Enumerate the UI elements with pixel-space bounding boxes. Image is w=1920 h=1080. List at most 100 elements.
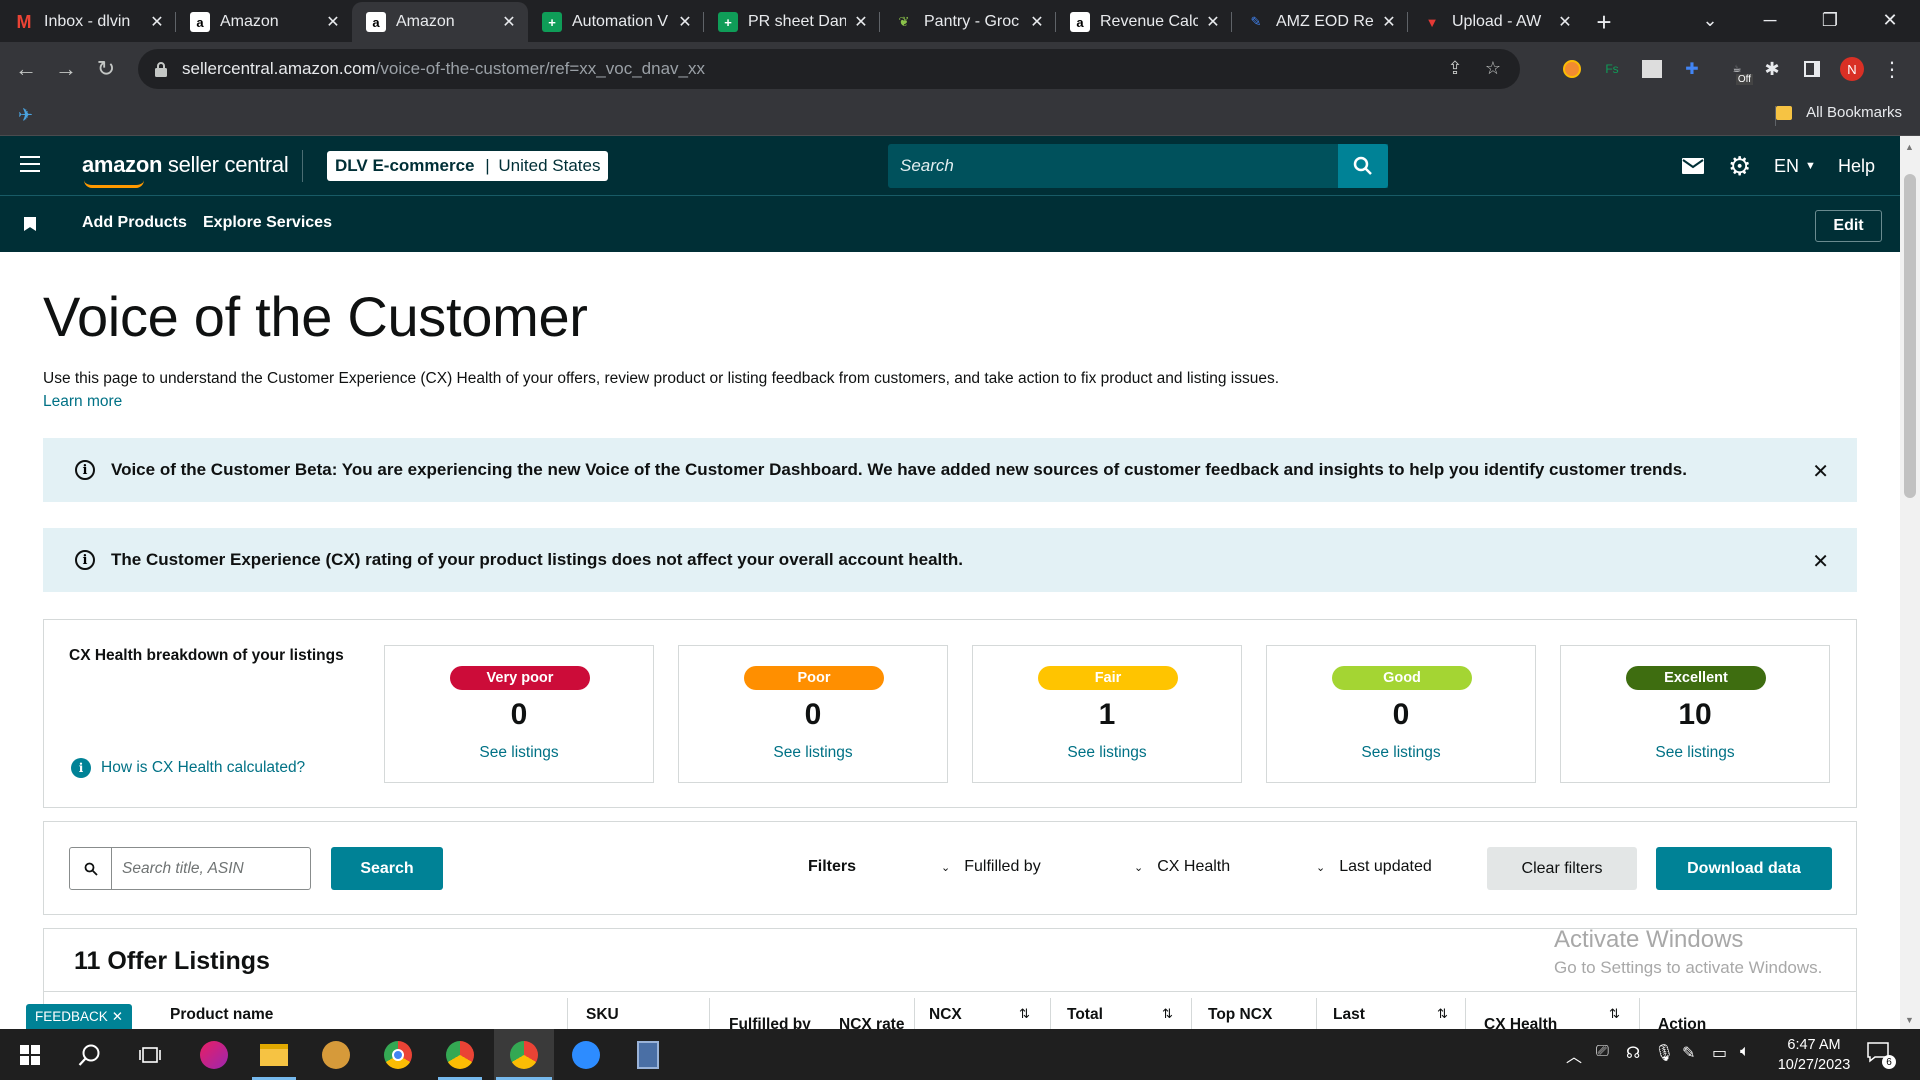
close-tab-icon[interactable]: ✕ bbox=[324, 12, 342, 32]
bookmark-star-icon[interactable]: ☆ bbox=[1482, 58, 1504, 80]
col-ncx-rate[interactable]: NCX rate bbox=[839, 1016, 904, 1029]
tray-chevron-icon[interactable]: ︿ bbox=[1566, 1043, 1582, 1067]
mail-icon[interactable] bbox=[1682, 150, 1704, 182]
subnav-explore-services[interactable]: Explore Services bbox=[203, 214, 332, 232]
col-total[interactable]: Total bbox=[1067, 1006, 1103, 1024]
close-icon[interactable]: ✕ bbox=[1812, 549, 1829, 574]
share-icon[interactable]: ⇪ bbox=[1444, 58, 1466, 80]
browser-tab-automation[interactable]: + Automation V ✕ bbox=[528, 2, 704, 42]
sort-icon[interactable]: ⇅ bbox=[1609, 1006, 1620, 1022]
windows-start-icon[interactable] bbox=[12, 1037, 48, 1073]
page-scrollbar[interactable]: ▲ ▼ bbox=[1900, 136, 1920, 1029]
forward-icon[interactable]: → bbox=[46, 49, 86, 89]
network-icon[interactable]: ▭ bbox=[1712, 1043, 1727, 1063]
col-ncx[interactable]: NCX bbox=[929, 1006, 962, 1024]
close-tab-icon[interactable]: ✕ bbox=[1028, 12, 1046, 32]
all-bookmarks[interactable]: All Bookmarks bbox=[1776, 104, 1902, 121]
close-tab-icon[interactable]: ✕ bbox=[1380, 12, 1398, 32]
bookmark-icon[interactable] bbox=[24, 217, 36, 231]
notification-center-icon[interactable]: 6 bbox=[1866, 1041, 1896, 1069]
pen-workspace-icon[interactable]: ✎ bbox=[1682, 1043, 1695, 1063]
settings-gear-icon[interactable]: ⚙ bbox=[1728, 150, 1751, 182]
language-selector[interactable]: EN ▼ bbox=[1774, 150, 1816, 182]
address-bar[interactable]: sellercentral.amazon.com/voice-of-the-cu… bbox=[138, 49, 1520, 89]
fulfilled-by-dropdown[interactable]: ⌄ Fulfilled by bbox=[941, 858, 1041, 876]
account-switcher[interactable]: DLV E-commerce | United States bbox=[327, 151, 609, 181]
side-panel-icon[interactable] bbox=[1800, 57, 1824, 81]
back-icon[interactable]: ← bbox=[6, 49, 46, 89]
sort-icon[interactable]: ⇅ bbox=[1162, 1006, 1173, 1022]
browser-menu-icon[interactable]: ⋮ bbox=[1880, 57, 1904, 81]
browser-tab-revenue[interactable]: a Revenue Calc ✕ bbox=[1056, 2, 1232, 42]
close-tab-icon[interactable]: ✕ bbox=[148, 12, 166, 32]
app-icon-character[interactable] bbox=[318, 1037, 354, 1073]
meet-now-icon[interactable]: ⎚ bbox=[1596, 1043, 1609, 1061]
zoom-icon[interactable] bbox=[568, 1037, 604, 1073]
browser-tab-amazon-active[interactable]: a Amazon ✕ bbox=[352, 2, 528, 42]
extension-icon-1[interactable] bbox=[1560, 57, 1584, 81]
chrome-profile-icon[interactable] bbox=[442, 1037, 478, 1073]
see-listings-excellent[interactable]: See listings bbox=[1561, 744, 1829, 762]
close-icon[interactable]: ✕ bbox=[112, 1009, 123, 1025]
browser-tab-gmail[interactable]: M Inbox - dlvin ✕ bbox=[0, 2, 176, 42]
file-explorer-icon[interactable] bbox=[256, 1037, 292, 1073]
headset-icon[interactable]: ☊ bbox=[1626, 1043, 1640, 1063]
task-view-icon[interactable] bbox=[132, 1037, 168, 1073]
tab-search-icon[interactable]: ⌄ bbox=[1680, 0, 1740, 40]
extension-icon-2[interactable]: Fs bbox=[1600, 57, 1624, 81]
download-data-button[interactable]: Download data bbox=[1656, 847, 1832, 890]
header-search-input[interactable]: Search bbox=[888, 144, 1388, 188]
extension-icon-4[interactable]: ✚ bbox=[1680, 57, 1704, 81]
help-link[interactable]: Help bbox=[1838, 150, 1875, 182]
subnav-add-products[interactable]: Add Products bbox=[82, 214, 187, 232]
cx-health-dropdown[interactable]: ⌄ CX Health bbox=[1134, 858, 1230, 876]
col-top-ncx[interactable]: Top NCX bbox=[1208, 1006, 1272, 1024]
feedback-button[interactable]: FEEDBACK ✕ bbox=[26, 1004, 132, 1029]
close-tab-icon[interactable]: ✕ bbox=[1204, 12, 1222, 32]
extensions-puzzle-icon[interactable]: ✱ bbox=[1760, 57, 1784, 81]
browser-tab-upload[interactable]: ▼ Upload - AW ✕ bbox=[1408, 2, 1584, 42]
chrome-icon[interactable] bbox=[380, 1037, 416, 1073]
learn-more-link[interactable]: Learn more bbox=[43, 393, 122, 411]
extension-icon-3[interactable] bbox=[1640, 57, 1664, 81]
sort-icon[interactable]: ⇅ bbox=[1437, 1006, 1448, 1022]
menu-icon[interactable] bbox=[20, 156, 40, 172]
profile-avatar[interactable]: N bbox=[1840, 57, 1864, 81]
see-listings-good[interactable]: See listings bbox=[1267, 744, 1535, 762]
volume-icon[interactable]: 🔈︎ bbox=[1740, 1043, 1750, 1061]
col-fulfilled-by[interactable]: Fulfilled by bbox=[729, 1016, 811, 1029]
browser-tab-amazon-1[interactable]: a Amazon ✕ bbox=[176, 2, 352, 42]
search-icon[interactable] bbox=[72, 1037, 108, 1073]
microphone-icon[interactable]: 🎙︎ bbox=[1654, 1043, 1674, 1063]
col-last[interactable]: Last bbox=[1333, 1006, 1365, 1024]
chrome-active-icon[interactable] bbox=[506, 1037, 542, 1073]
col-product-name[interactable]: Product name bbox=[170, 1006, 273, 1024]
bookmark-extension-icon[interactable]: ✈ bbox=[18, 105, 33, 126]
see-listings-fair[interactable]: See listings bbox=[973, 744, 1241, 762]
close-window-icon[interactable]: ✕ bbox=[1860, 0, 1920, 40]
last-updated-dropdown[interactable]: ⌄ Last updated bbox=[1316, 858, 1432, 876]
wps-app-icon[interactable] bbox=[196, 1037, 232, 1073]
col-cx-health[interactable]: CX Health bbox=[1484, 1016, 1557, 1029]
calculator-icon[interactable] bbox=[630, 1037, 666, 1073]
minimize-icon[interactable]: ─ bbox=[1740, 0, 1800, 40]
browser-tab-amz-eod[interactable]: ✎ AMZ EOD Re ✕ bbox=[1232, 2, 1408, 42]
see-listings-very-poor[interactable]: See listings bbox=[385, 744, 653, 762]
browser-tab-pr-sheet[interactable]: + PR sheet Dan ✕ bbox=[704, 2, 880, 42]
taskbar-clock[interactable]: 6:47 AM 10/27/2023 bbox=[1766, 1035, 1862, 1075]
close-tab-icon[interactable]: ✕ bbox=[676, 12, 694, 32]
close-tab-icon[interactable]: ✕ bbox=[1556, 12, 1574, 32]
extension-icon-5[interactable]: Off ☕ bbox=[1723, 57, 1753, 85]
close-tab-icon[interactable]: ✕ bbox=[852, 12, 870, 32]
close-tab-icon[interactable]: ✕ bbox=[500, 12, 518, 32]
sort-icon[interactable]: ⇅ bbox=[1019, 1006, 1030, 1022]
listing-search-button[interactable]: Search bbox=[331, 847, 443, 890]
seller-central-logo[interactable]: amazon seller central bbox=[82, 152, 289, 188]
edit-nav-button[interactable]: Edit bbox=[1815, 210, 1882, 242]
header-search-button[interactable] bbox=[1338, 144, 1388, 188]
reload-icon[interactable]: ↻ bbox=[86, 49, 126, 89]
scrollbar-thumb[interactable] bbox=[1904, 174, 1916, 498]
new-tab-button[interactable]: + bbox=[1584, 2, 1624, 42]
restore-icon[interactable]: ❐ bbox=[1800, 0, 1860, 40]
clear-filters-button[interactable]: Clear filters bbox=[1487, 847, 1637, 890]
